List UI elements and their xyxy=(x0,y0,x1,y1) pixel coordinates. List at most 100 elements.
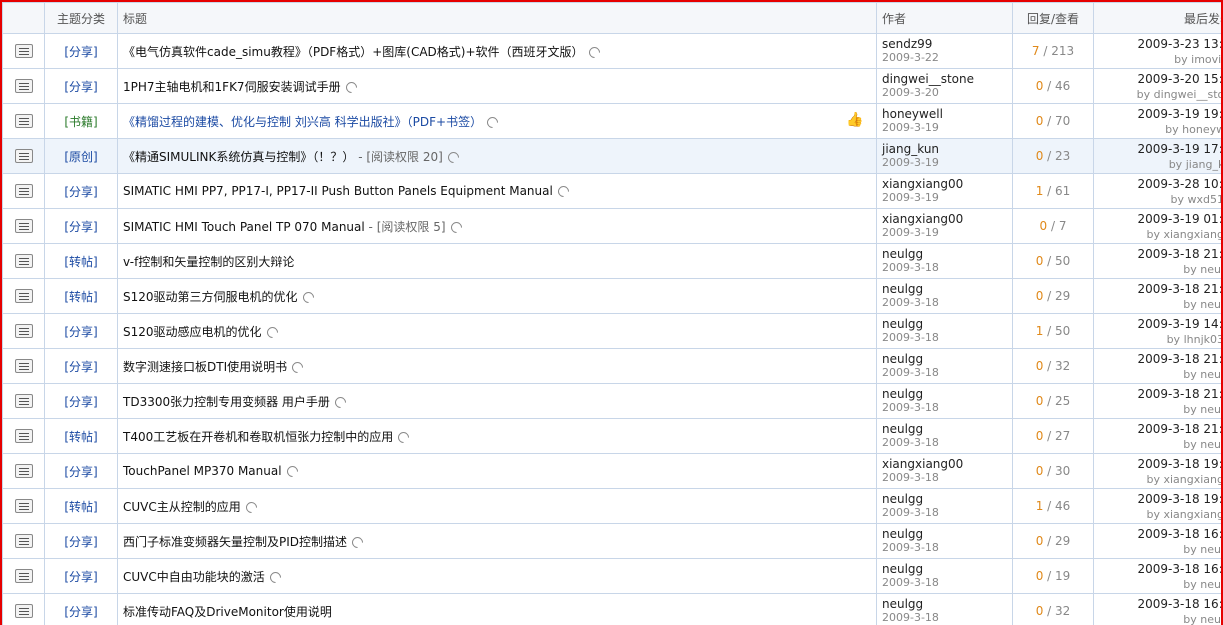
thread-title-link[interactable]: 《电气仿真软件cade_simu教程》（PDF格式）+图库(CAD格式)+软件（… xyxy=(123,45,584,59)
thread-title-link[interactable]: 西门子标准变频器矢量控制及PID控制描述 xyxy=(123,535,347,549)
author-link[interactable]: dingwei__stone xyxy=(882,72,1012,86)
last-post-time[interactable]: 2009-3-19 19:37 xyxy=(1095,106,1222,122)
topic-icon[interactable] xyxy=(14,114,33,129)
header-author[interactable]: 作者 xyxy=(876,2,1013,34)
author-link[interactable]: neulgg xyxy=(882,387,1012,401)
topic-icon[interactable] xyxy=(14,44,33,59)
author-link[interactable]: xiangxiang00 xyxy=(882,212,1012,226)
author-link[interactable]: honeywell xyxy=(882,107,1012,121)
last-post-user[interactable]: xiangxiang00 xyxy=(1163,508,1221,521)
category-link[interactable]: [分享] xyxy=(64,395,97,409)
last-post-time[interactable]: 2009-3-18 19:00 xyxy=(1095,456,1222,472)
header-category[interactable]: 主题分类 xyxy=(44,2,118,34)
last-post-user[interactable]: neulgg xyxy=(1200,543,1221,556)
category-link[interactable]: [分享] xyxy=(64,535,97,549)
topic-icon[interactable] xyxy=(14,534,33,549)
author-link[interactable]: neulgg xyxy=(882,247,1012,261)
author-link[interactable]: neulgg xyxy=(882,317,1012,331)
last-post-time[interactable]: 2009-3-18 16:38 xyxy=(1095,596,1222,612)
thread-title-link[interactable]: 标准传动FAQ及DriveMonitor使用说明 xyxy=(123,605,332,619)
topic-icon[interactable] xyxy=(14,219,33,234)
topic-icon[interactable] xyxy=(14,394,33,409)
last-post-user[interactable]: wxd5112 xyxy=(1188,193,1221,206)
thread-title-link[interactable]: CUVC主从控制的应用 xyxy=(123,500,241,514)
thread-title-link[interactable]: 数字测速接口板DTI使用说明书 xyxy=(123,360,287,374)
last-post-user[interactable]: neulgg xyxy=(1200,438,1221,451)
last-post-time[interactable]: 2009-3-18 21:10 xyxy=(1095,421,1222,437)
category-link[interactable]: [分享] xyxy=(64,465,97,479)
thread-title-link[interactable]: SIMATIC HMI PP7, PP17-I, PP17-II Push Bu… xyxy=(123,184,553,198)
last-post-user[interactable]: imovidai xyxy=(1191,53,1221,66)
category-link[interactable]: [转帖] xyxy=(64,290,97,304)
last-post-user[interactable]: xiangxiang00 xyxy=(1163,228,1221,241)
topic-icon[interactable] xyxy=(14,324,33,339)
category-link[interactable]: [原创] xyxy=(64,150,97,164)
last-post-time[interactable]: 2009-3-28 10:04 xyxy=(1095,176,1222,192)
last-post-user[interactable]: neulgg xyxy=(1200,578,1221,591)
thread-title-link[interactable]: TD3300张力控制专用变频器 用户手册 xyxy=(123,395,330,409)
category-link[interactable]: [转帖] xyxy=(64,255,97,269)
thread-title-link[interactable]: v-f控制和矢量控制的区别大辩论 xyxy=(123,255,294,269)
last-post-user[interactable]: lhnjk0318 xyxy=(1184,333,1221,346)
topic-icon[interactable] xyxy=(14,359,33,374)
last-post-time[interactable]: 2009-3-23 13:21 xyxy=(1095,36,1222,52)
author-link[interactable]: jiang_kun xyxy=(882,142,1012,156)
category-link[interactable]: [分享] xyxy=(64,185,97,199)
category-link[interactable]: [分享] xyxy=(64,605,97,619)
author-link[interactable]: neulgg xyxy=(882,352,1012,366)
topic-icon[interactable] xyxy=(14,569,33,584)
last-post-time[interactable]: 2009-3-20 15:23 xyxy=(1095,71,1222,87)
last-post-user[interactable]: neulgg xyxy=(1200,613,1221,625)
thread-title-link[interactable]: 1PH7主轴电机和1FK7伺服安装调试手册 xyxy=(123,80,341,94)
topic-icon[interactable] xyxy=(14,499,33,514)
author-link[interactable]: sendz99 xyxy=(882,37,1012,51)
last-post-user[interactable]: neulgg xyxy=(1200,263,1221,276)
thread-title-link[interactable]: CUVC中自由功能块的激活 xyxy=(123,570,265,584)
topic-icon[interactable] xyxy=(14,429,33,444)
category-link[interactable]: [转帖] xyxy=(64,500,97,514)
last-post-time[interactable]: 2009-3-18 21:14 xyxy=(1095,351,1222,367)
thread-title-link[interactable]: TouchPanel MP370 Manual xyxy=(123,464,282,478)
category-link[interactable]: [分享] xyxy=(64,80,97,94)
category-link[interactable]: [分享] xyxy=(64,570,97,584)
thread-title-link[interactable]: SIMATIC HMI Touch Panel TP 070 Manual xyxy=(123,220,365,234)
last-post-time[interactable]: 2009-3-18 19:04 xyxy=(1095,491,1222,507)
thread-title-link[interactable]: S120驱动感应电机的优化 xyxy=(123,325,262,339)
last-post-time[interactable]: 2009-3-19 17:24 xyxy=(1095,141,1222,157)
last-post-user[interactable]: xiangxiang00 xyxy=(1163,473,1221,486)
header-last-post[interactable]: 最后发表 xyxy=(1093,2,1221,34)
thread-title-link[interactable]: 《精通SIMULINK系统仿真与控制》（！？） xyxy=(123,150,354,164)
author-link[interactable]: neulgg xyxy=(882,282,1012,296)
topic-icon[interactable] xyxy=(14,254,33,269)
thread-title-link[interactable]: T400工艺板在开卷机和卷取机恒张力控制中的应用 xyxy=(123,430,393,444)
author-link[interactable]: neulgg xyxy=(882,422,1012,436)
category-link[interactable]: [分享] xyxy=(64,45,97,59)
category-link[interactable]: [分享] xyxy=(64,360,97,374)
topic-icon[interactable] xyxy=(14,464,33,479)
author-link[interactable]: neulgg xyxy=(882,492,1012,506)
author-link[interactable]: neulgg xyxy=(882,597,1012,611)
category-link[interactable]: [书籍] xyxy=(64,115,97,129)
topic-icon[interactable] xyxy=(14,149,33,164)
last-post-user[interactable]: honeywell xyxy=(1182,123,1221,136)
author-link[interactable]: xiangxiang00 xyxy=(882,177,1012,191)
last-post-user[interactable]: neulgg xyxy=(1200,368,1221,381)
last-post-time[interactable]: 2009-3-18 21:30 xyxy=(1095,246,1222,262)
last-post-time[interactable]: 2009-3-18 21:13 xyxy=(1095,386,1222,402)
header-stats[interactable]: 回复/查看 xyxy=(1012,2,1094,34)
last-post-time[interactable]: 2009-3-18 21:22 xyxy=(1095,281,1222,297)
last-post-time[interactable]: 2009-3-18 16:42 xyxy=(1095,561,1222,577)
topic-icon[interactable] xyxy=(14,184,33,199)
last-post-user[interactable]: dingwei__stone xyxy=(1154,88,1221,101)
last-post-time[interactable]: 2009-3-19 14:28 xyxy=(1095,316,1222,332)
topic-icon[interactable] xyxy=(14,289,33,304)
last-post-user[interactable]: neulgg xyxy=(1200,298,1221,311)
author-link[interactable]: neulgg xyxy=(882,527,1012,541)
thread-title-link[interactable]: S120驱动第三方伺服电机的优化 xyxy=(123,290,298,304)
thread-title-link[interactable]: 《精馏过程的建模、优化与控制 刘兴高 科学出版社》（PDF+书签） xyxy=(123,115,482,129)
last-post-user[interactable]: jiang_kun xyxy=(1186,158,1221,171)
last-post-time[interactable]: 2009-3-19 01:20 xyxy=(1095,211,1222,227)
category-link[interactable]: [分享] xyxy=(64,220,97,234)
last-post-time[interactable]: 2009-3-18 16:43 xyxy=(1095,526,1222,542)
author-link[interactable]: neulgg xyxy=(882,562,1012,576)
